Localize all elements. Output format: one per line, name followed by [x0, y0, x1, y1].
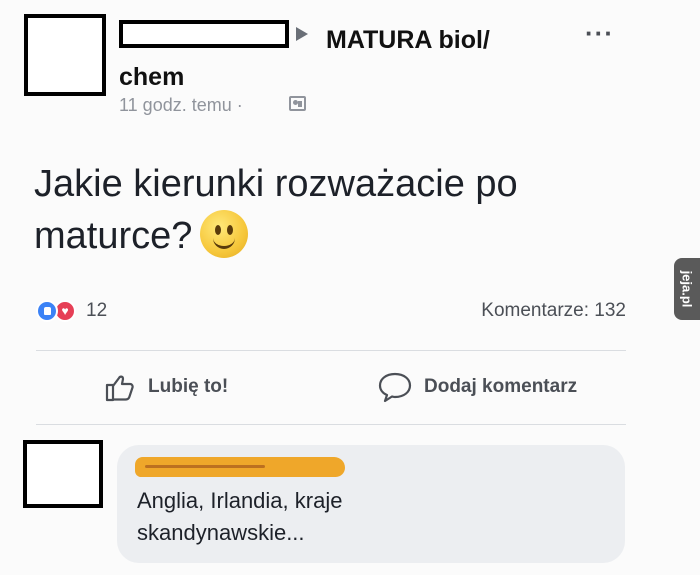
group-name-link[interactable]: MATURA biol/ chem: [119, 22, 549, 96]
post-text: Jakie kierunki rozważacie po maturce?: [34, 158, 634, 262]
thumbs-up-icon: [105, 375, 134, 402]
add-comment-button[interactable]: Dodaj komentarz: [378, 371, 577, 403]
divider: [36, 424, 626, 425]
like-button-label: Lubię to!: [148, 376, 229, 397]
post-text-content: Jakie kierunki rozważacie po maturce?: [34, 163, 518, 257]
commenter-avatar-redacted[interactable]: [23, 440, 103, 508]
smiley-emoji-icon: [200, 210, 249, 258]
add-comment-label: Dodaj komentarz: [424, 376, 578, 397]
divider: [36, 350, 626, 351]
reactions-summary[interactable]: ♥ 12: [36, 300, 107, 322]
comments-count-link[interactable]: Komentarze: 132: [481, 300, 626, 322]
speech-bubble-icon: [378, 372, 412, 403]
comment-text: Anglia, Irlandia, kraje skandynawskie...: [137, 488, 343, 545]
watermark-logo: jeja.pl: [674, 258, 700, 320]
commenter-name-redacted[interactable]: [135, 457, 345, 477]
comment-bubble: Anglia, Irlandia, kraje skandynawskie...: [117, 445, 625, 563]
audience-icon: [289, 96, 306, 111]
author-avatar-redacted[interactable]: [24, 14, 106, 96]
like-button[interactable]: Lubię to!: [104, 371, 228, 403]
more-options-icon[interactable]: ···: [585, 18, 614, 49]
like-reaction-icon: [36, 300, 58, 322]
reaction-count: 12: [86, 300, 108, 321]
watermark-text: jeja.pl: [679, 270, 695, 308]
post-timestamp[interactable]: 11 godz. temu ·: [119, 95, 243, 116]
